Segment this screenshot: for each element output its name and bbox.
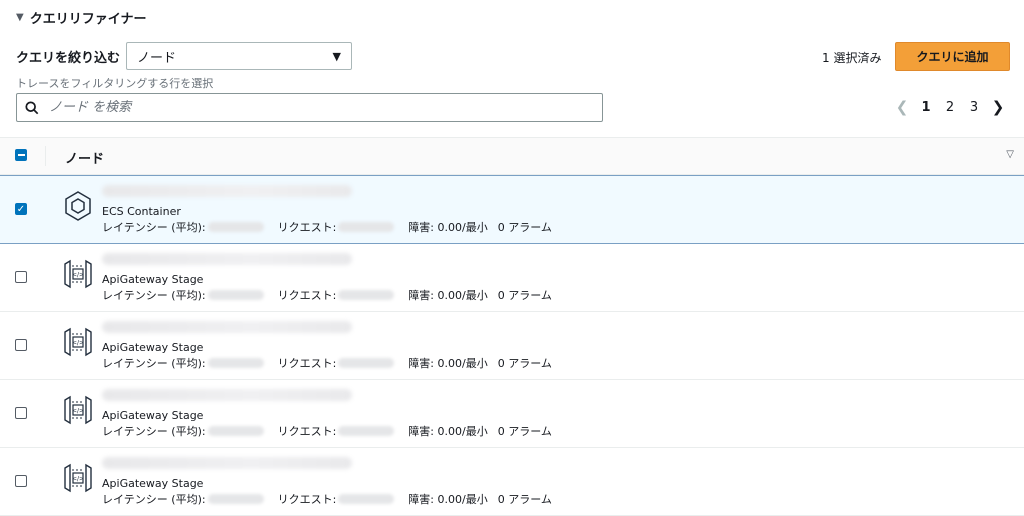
latency-label: レイテンシー (平均): (102, 425, 206, 438)
column-header-node[interactable]: ノード (65, 148, 104, 167)
api-gateway-icon: </> (64, 395, 92, 425)
search-box[interactable] (16, 93, 603, 122)
page-1[interactable]: 1 (914, 100, 938, 115)
svg-text:</>: </> (72, 340, 84, 347)
table-row[interactable]: </> ApiGateway Stage レイテンシー (平均): リクエスト:… (0, 312, 1024, 380)
alarms-value: 0 アラーム (497, 493, 552, 506)
caret-down-icon[interactable]: ▼ (16, 12, 24, 23)
node-metrics: レイテンシー (平均): リクエスト: 障害: 0.00/最小 0 アラーム (102, 219, 552, 235)
api-gateway-icon: </> (64, 259, 92, 289)
add-to-query-button[interactable]: クエリに追加 (895, 42, 1010, 71)
column-divider (45, 146, 46, 166)
requests-label: リクエスト: (277, 425, 337, 438)
pagination: ❮ 1 2 3 ❯ (890, 98, 1010, 116)
latency-label: レイテンシー (平均): (102, 221, 206, 234)
alarms-value: 0 アラーム (497, 425, 552, 438)
node-type: ApiGateway Stage (102, 341, 204, 354)
requests-label: リクエスト: (277, 493, 337, 506)
latency-label: レイテンシー (平均): (102, 289, 206, 302)
row-checkbox[interactable] (15, 475, 27, 487)
table-header: ノード ▽ (0, 137, 1024, 175)
search-icon (25, 100, 39, 114)
node-type-select[interactable]: ノード ▼ (126, 42, 352, 70)
table-row[interactable]: </> ApiGateway Stage レイテンシー (平均): リクエスト:… (0, 380, 1024, 448)
requests-label: リクエスト: (277, 221, 337, 234)
row-checkbox[interactable] (15, 271, 27, 283)
node-type: ApiGateway Stage (102, 273, 204, 286)
selected-count: 1 選択済み (822, 51, 882, 65)
requests-label: リクエスト: (277, 289, 337, 302)
faults-value: 障害: 0.00/最小 (408, 221, 488, 234)
latency-label: レイテンシー (平均): (102, 357, 206, 370)
node-type: ApiGateway Stage (102, 409, 204, 422)
table-row[interactable]: </> ApiGateway Stage レイテンシー (平均): リクエスト:… (0, 448, 1024, 516)
redacted-value (338, 426, 395, 436)
redacted-value (207, 290, 264, 300)
redacted-value (207, 222, 264, 232)
dropdown-arrow-icon: ▼ (332, 49, 341, 63)
table-row[interactable]: </> ApiGateway Stage レイテンシー (平均): リクエスト:… (0, 244, 1024, 312)
node-metrics: レイテンシー (平均): リクエスト: 障害: 0.00/最小 0 アラーム (102, 423, 552, 439)
row-checkbox[interactable] (15, 407, 27, 419)
redacted-value (338, 222, 395, 232)
row-checkbox[interactable]: ✓ (15, 203, 27, 215)
filter-hint: トレースをフィルタリングする行を選択 (16, 77, 214, 90)
redacted-value (207, 426, 264, 436)
node-type: ApiGateway Stage (102, 477, 204, 490)
requests-label: リクエスト: (277, 357, 337, 370)
search-input[interactable] (47, 99, 571, 116)
faults-value: 障害: 0.00/最小 (408, 493, 488, 506)
node-name-redacted (102, 185, 352, 197)
node-name-redacted (102, 389, 352, 401)
page-3[interactable]: 3 (962, 100, 986, 115)
node-name-redacted (102, 253, 352, 265)
node-name-redacted (102, 321, 352, 333)
svg-text:</>: </> (72, 476, 84, 483)
node-metrics: レイテンシー (平均): リクエスト: 障害: 0.00/最小 0 アラーム (102, 287, 552, 303)
faults-value: 障害: 0.00/最小 (408, 289, 488, 302)
filter-label: クエリを絞り込む (16, 51, 121, 66)
api-gateway-icon: </> (64, 327, 92, 357)
redacted-value (338, 358, 395, 368)
ecs-container-icon (65, 191, 91, 221)
sort-icon[interactable]: ▽ (1006, 149, 1014, 160)
node-table: ノード ▽ ✓ ECS Container レイテンシー (平均): リクエスト… (0, 137, 1024, 516)
previous-page-icon[interactable]: ❮ (890, 98, 914, 116)
latency-label: レイテンシー (平均): (102, 493, 206, 506)
node-type: ECS Container (102, 205, 181, 218)
faults-value: 障害: 0.00/最小 (408, 357, 488, 370)
redacted-value (207, 494, 264, 504)
redacted-value (338, 290, 395, 300)
select-value: ノード (137, 50, 177, 66)
select-all-checkbox[interactable] (15, 149, 27, 161)
alarms-value: 0 アラーム (497, 357, 552, 370)
svg-text:</>: </> (72, 408, 84, 415)
table-row[interactable]: ✓ ECS Container レイテンシー (平均): リクエスト: 障害: … (0, 175, 1024, 244)
api-gateway-icon: </> (64, 463, 92, 493)
query-refiner-header[interactable]: ▼ クエリリファイナー (16, 8, 146, 27)
alarms-value: 0 アラーム (497, 289, 552, 302)
svg-text:</>: </> (72, 272, 84, 279)
section-title: クエリリファイナー (29, 12, 147, 27)
node-name-redacted (102, 457, 352, 469)
node-metrics: レイテンシー (平均): リクエスト: 障害: 0.00/最小 0 アラーム (102, 355, 552, 371)
page-2[interactable]: 2 (938, 100, 962, 115)
next-page-icon[interactable]: ❯ (986, 98, 1010, 116)
alarms-value: 0 アラーム (497, 221, 552, 234)
node-metrics: レイテンシー (平均): リクエスト: 障害: 0.00/最小 0 アラーム (102, 491, 552, 507)
row-checkbox[interactable] (15, 339, 27, 351)
faults-value: 障害: 0.00/最小 (408, 425, 488, 438)
redacted-value (338, 494, 395, 504)
redacted-value (207, 358, 264, 368)
